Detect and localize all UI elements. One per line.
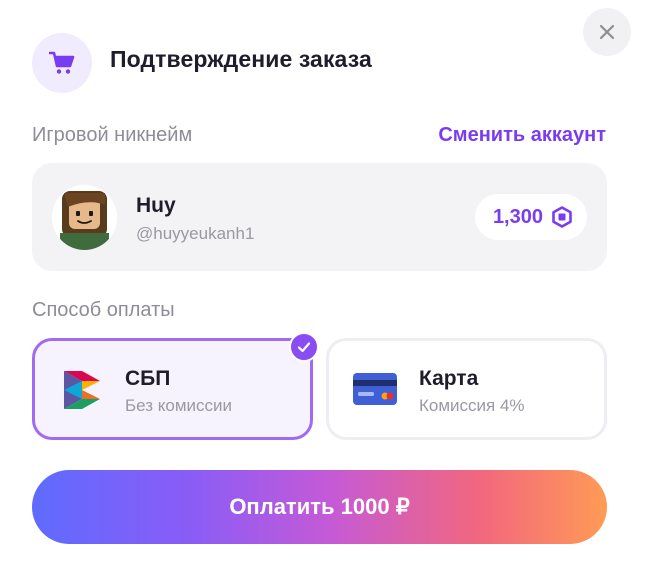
pay-button[interactable]: Оплатить 1000 ₽ <box>32 470 607 544</box>
robux-icon <box>552 206 572 228</box>
selected-check-badge <box>289 332 319 362</box>
payment-option-sbp[interactable]: СБП Без комиссии <box>32 338 313 440</box>
payment-option-title: Карта <box>419 367 479 390</box>
credit-card-icon <box>353 373 397 405</box>
account-handle: @huyyeukanh1 <box>136 224 255 243</box>
account-name: Huy <box>136 194 176 217</box>
payment-option-title: СБП <box>125 367 171 390</box>
switch-account-link[interactable]: Сменить аккаунт <box>438 124 606 147</box>
checkmark-icon <box>297 342 311 353</box>
payment-option-subtitle: Без комиссии <box>125 396 233 415</box>
cart-icon <box>49 51 75 74</box>
close-icon <box>599 24 615 40</box>
payment-option-card[interactable]: Карта Комиссия 4% <box>326 338 607 440</box>
account-card: Huy @huyyeukanh1 1,300 <box>32 163 607 271</box>
close-button[interactable] <box>583 8 631 56</box>
payment-section-label: Способ оплаты <box>32 299 175 321</box>
payment-option-subtitle: Комиссия 4% <box>419 396 525 415</box>
sbp-logo-icon <box>64 371 100 409</box>
balance-value: 1,300 <box>492 205 543 228</box>
balance-badge: 1,300 <box>474 194 587 240</box>
page-title: Подтверждение заказа <box>110 46 372 72</box>
cart-icon-circle <box>32 33 92 93</box>
avatar <box>52 185 117 250</box>
nickname-section-label: Игровой никнейм <box>32 124 193 146</box>
